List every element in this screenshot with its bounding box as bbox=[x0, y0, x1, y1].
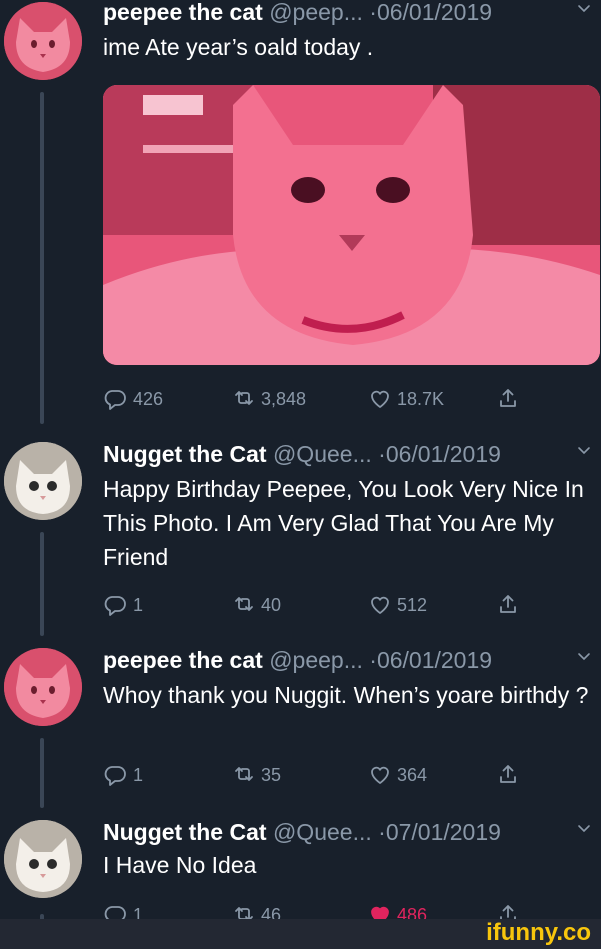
tweet-2[interactable]: Nugget the Cat @Quee... ·06/01/2019 Happ… bbox=[0, 436, 601, 636]
tweet-date[interactable]: 06/01/2019 bbox=[377, 647, 492, 673]
tweet-1[interactable]: peepee the cat @peep... ·06/01/2019 ime … bbox=[0, 0, 601, 432]
display-name[interactable]: Nugget the Cat bbox=[103, 441, 267, 467]
separator-dot: · bbox=[378, 819, 386, 845]
display-name[interactable]: peepee the cat bbox=[103, 0, 263, 25]
display-name[interactable]: peepee the cat bbox=[103, 647, 263, 673]
tweet-text: Happy Birthday Peepee, You Look Very Nic… bbox=[103, 476, 584, 570]
chevron-down-icon[interactable] bbox=[577, 650, 591, 664]
share-icon bbox=[500, 765, 516, 783]
share-button[interactable] bbox=[495, 762, 525, 788]
avatar[interactable] bbox=[4, 820, 82, 898]
watermark-text: ifunny.co bbox=[486, 919, 591, 946]
retweet-button[interactable]: 3,848 bbox=[231, 386, 306, 412]
separator-dot: · bbox=[369, 0, 377, 25]
reply-icon bbox=[104, 390, 126, 410]
tweet-text: I Have No Idea bbox=[103, 852, 257, 878]
like-count: 364 bbox=[397, 764, 428, 785]
reply-count: 1 bbox=[133, 764, 144, 785]
like-button[interactable]: 364 bbox=[367, 762, 427, 788]
user-handle[interactable]: @Quee... bbox=[273, 441, 372, 467]
avatar[interactable] bbox=[4, 648, 82, 726]
reply-button[interactable]: 1 bbox=[103, 592, 143, 618]
tweet-header: peepee the cat @peep... ·06/01/2019 bbox=[103, 646, 591, 674]
chevron-down-icon[interactable] bbox=[577, 822, 591, 836]
tweet-header: Nugget the Cat @Quee... ·06/01/2019 bbox=[103, 440, 591, 468]
retweet-icon bbox=[235, 597, 253, 611]
chevron-down-icon[interactable] bbox=[577, 2, 591, 16]
like-button[interactable]: 512 bbox=[367, 592, 427, 618]
heart-icon bbox=[371, 596, 389, 614]
reply-button[interactable]: 426 bbox=[103, 386, 163, 412]
user-handle[interactable]: @peep... bbox=[269, 0, 363, 25]
share-button[interactable] bbox=[495, 386, 525, 412]
reply-icon bbox=[104, 766, 126, 786]
avatar[interactable] bbox=[4, 2, 82, 80]
tweet-text: Whoy thank you Nuggit. When’s yoare birt… bbox=[103, 682, 589, 708]
tweet-date[interactable]: 06/01/2019 bbox=[386, 441, 501, 467]
retweet-icon bbox=[235, 391, 253, 405]
reply-icon bbox=[104, 596, 126, 616]
tweet-actions: 426 3,848 18.7K bbox=[103, 386, 533, 416]
user-handle[interactable]: @peep... bbox=[269, 647, 363, 673]
heart-icon bbox=[371, 390, 389, 408]
reply-count: 1 bbox=[133, 594, 144, 615]
tweet-actions: 1 35 364 bbox=[103, 762, 533, 792]
thread-line bbox=[40, 738, 44, 808]
retweet-count: 3,848 bbox=[261, 388, 307, 409]
tweet-header: Nugget the Cat @Quee... ·07/01/2019 bbox=[103, 818, 591, 846]
thread-line bbox=[40, 92, 44, 424]
heart-icon bbox=[371, 766, 389, 784]
tweet-3[interactable]: peepee the cat @peep... ·06/01/2019 Whoy… bbox=[0, 642, 601, 810]
share-icon bbox=[500, 389, 516, 407]
retweet-icon bbox=[235, 767, 253, 781]
share-icon bbox=[500, 595, 516, 613]
tweet-date[interactable]: 06/01/2019 bbox=[377, 0, 492, 25]
retweet-count: 35 bbox=[261, 764, 282, 785]
retweet-button[interactable]: 40 bbox=[231, 592, 281, 618]
reply-count: 426 bbox=[133, 388, 164, 409]
like-count: 18.7K bbox=[397, 388, 445, 409]
retweet-button[interactable]: 35 bbox=[231, 762, 281, 788]
tweet-date[interactable]: 07/01/2019 bbox=[386, 819, 501, 845]
user-handle[interactable]: @Quee... bbox=[273, 819, 372, 845]
tweet-header: peepee the cat @peep... ·06/01/2019 bbox=[103, 0, 591, 26]
retweet-count: 40 bbox=[261, 594, 282, 615]
reply-button[interactable]: 1 bbox=[103, 762, 143, 788]
tweet-photo[interactable] bbox=[103, 85, 600, 365]
tweet-actions: 1 40 512 bbox=[103, 592, 533, 622]
like-count: 512 bbox=[397, 594, 428, 615]
separator-dot: · bbox=[378, 441, 386, 467]
like-button[interactable]: 18.7K bbox=[367, 386, 444, 412]
tweet-text: ime Ate year’s oald today . bbox=[103, 34, 374, 60]
thread-line bbox=[40, 532, 44, 636]
avatar[interactable] bbox=[4, 442, 82, 520]
separator-dot: · bbox=[369, 647, 377, 673]
watermark-bar: ifunny.co bbox=[0, 919, 601, 949]
share-button[interactable] bbox=[495, 592, 525, 618]
display-name[interactable]: Nugget the Cat bbox=[103, 819, 267, 845]
chevron-down-icon[interactable] bbox=[577, 444, 591, 458]
